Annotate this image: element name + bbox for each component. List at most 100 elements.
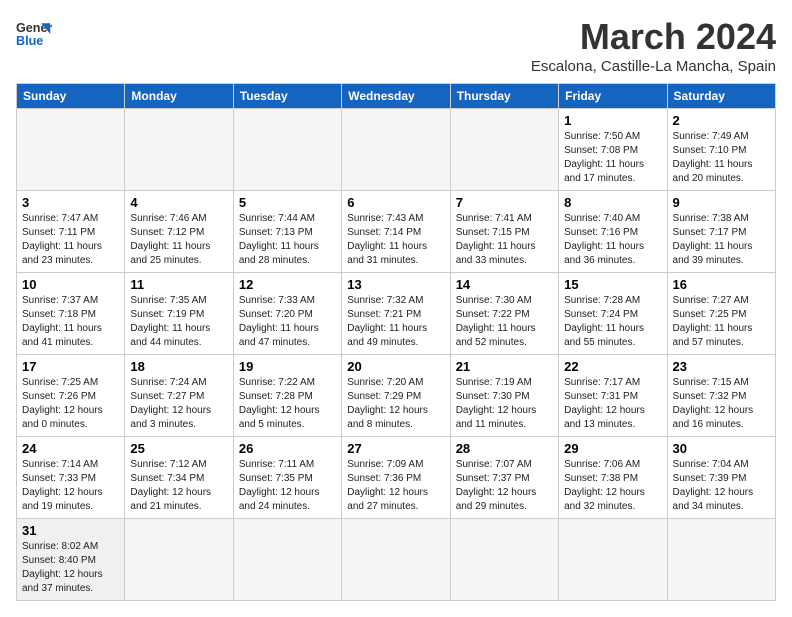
day-info: Sunrise: 7:15 AM Sunset: 7:32 PM Dayligh… <box>673 376 770 432</box>
calendar-day-cell: 22 Sunrise: 7:17 AM Sunset: 7:31 PM Dayli… <box>559 355 667 437</box>
calendar-day-cell: 14 Sunrise: 7:30 AM Sunset: 7:22 PM Dayli… <box>450 273 558 355</box>
calendar-day-cell <box>17 109 125 191</box>
calendar-day-cell: 23 Sunrise: 7:15 AM Sunset: 7:32 PM Dayli… <box>667 355 775 437</box>
calendar-day-cell: 24 Sunrise: 7:14 AM Sunset: 7:33 PM Dayli… <box>17 437 125 519</box>
day-number: 18 <box>130 359 227 374</box>
calendar-day-cell: 2 Sunrise: 7:49 AM Sunset: 7:10 PM Daylig… <box>667 109 775 191</box>
calendar-day-cell: 17 Sunrise: 7:25 AM Sunset: 7:26 PM Dayli… <box>17 355 125 437</box>
calendar-day-cell: 11Sunrise: 7:35 AM Sunset: 7:19 PM Dayli… <box>125 273 233 355</box>
calendar-week-row: 10 Sunrise: 7:37 AM Sunset: 7:18 PM Dayli… <box>17 273 776 355</box>
day-info: Sunrise: 7:40 AM Sunset: 7:16 PM Dayligh… <box>564 212 661 268</box>
day-number: 12 <box>239 277 336 292</box>
calendar-day-cell: 1Sunrise: 7:50 AM Sunset: 7:08 PM Daylig… <box>559 109 667 191</box>
day-info: Sunrise: 7:32 AM Sunset: 7:21 PM Dayligh… <box>347 294 444 350</box>
day-number: 24 <box>22 441 119 456</box>
calendar-day-cell: 19 Sunrise: 7:22 AM Sunset: 7:28 PM Dayli… <box>233 355 341 437</box>
calendar-day-cell: 30Sunrise: 7:04 AM Sunset: 7:39 PM Dayli… <box>667 437 775 519</box>
svg-text:Blue: Blue <box>16 34 43 48</box>
day-number: 2 <box>673 113 770 128</box>
calendar-body: 1Sunrise: 7:50 AM Sunset: 7:08 PM Daylig… <box>17 109 776 601</box>
day-number: 9 <box>673 195 770 210</box>
day-info: Sunrise: 7:47 AM Sunset: 7:11 PM Dayligh… <box>22 212 119 268</box>
day-number: 5 <box>239 195 336 210</box>
calendar-header-cell: Sunday <box>17 84 125 109</box>
day-number: 3 <box>22 195 119 210</box>
day-number: 10 <box>22 277 119 292</box>
day-number: 31 <box>22 523 119 538</box>
calendar-day-cell: 12 Sunrise: 7:33 AM Sunset: 7:20 PM Dayli… <box>233 273 341 355</box>
calendar-day-cell <box>125 109 233 191</box>
calendar-day-cell: 13Sunrise: 7:32 AM Sunset: 7:21 PM Dayli… <box>342 273 450 355</box>
day-info: Sunrise: 7:38 AM Sunset: 7:17 PM Dayligh… <box>673 212 770 268</box>
calendar-day-cell: 8 Sunrise: 7:40 AM Sunset: 7:16 PM Daylig… <box>559 191 667 273</box>
calendar-day-cell <box>667 519 775 601</box>
month-title: March 2024 <box>531 16 776 58</box>
day-info: Sunrise: 7:06 AM Sunset: 7:38 PM Dayligh… <box>564 458 661 514</box>
day-info: Sunrise: 8:02 AM Sunset: 8:40 PM Dayligh… <box>22 540 119 596</box>
calendar-day-cell: 9 Sunrise: 7:38 AM Sunset: 7:17 PM Daylig… <box>667 191 775 273</box>
day-info: Sunrise: 7:25 AM Sunset: 7:26 PM Dayligh… <box>22 376 119 432</box>
day-info: Sunrise: 7:17 AM Sunset: 7:31 PM Dayligh… <box>564 376 661 432</box>
day-info: Sunrise: 7:20 AM Sunset: 7:29 PM Dayligh… <box>347 376 444 432</box>
day-number: 22 <box>564 359 661 374</box>
day-info: Sunrise: 7:46 AM Sunset: 7:12 PM Dayligh… <box>130 212 227 268</box>
calendar-day-cell <box>559 519 667 601</box>
day-info: Sunrise: 7:41 AM Sunset: 7:15 PM Dayligh… <box>456 212 553 268</box>
day-info: Sunrise: 7:11 AM Sunset: 7:35 PM Dayligh… <box>239 458 336 514</box>
day-info: Sunrise: 7:44 AM Sunset: 7:13 PM Dayligh… <box>239 212 336 268</box>
day-info: Sunrise: 7:24 AM Sunset: 7:27 PM Dayligh… <box>130 376 227 432</box>
calendar-day-cell: 29 Sunrise: 7:06 AM Sunset: 7:38 PM Dayli… <box>559 437 667 519</box>
calendar-day-cell: 25 Sunrise: 7:12 AM Sunset: 7:34 PM Dayli… <box>125 437 233 519</box>
day-number: 23 <box>673 359 770 374</box>
day-info: Sunrise: 7:22 AM Sunset: 7:28 PM Dayligh… <box>239 376 336 432</box>
calendar-week-row: 3 Sunrise: 7:47 AM Sunset: 7:11 PM Daylig… <box>17 191 776 273</box>
calendar-week-row: 31 Sunrise: 8:02 AM Sunset: 8:40 PM Dayli… <box>17 519 776 601</box>
day-number: 20 <box>347 359 444 374</box>
calendar-day-cell <box>450 109 558 191</box>
day-number: 15 <box>564 277 661 292</box>
calendar-day-cell <box>342 109 450 191</box>
calendar-day-cell: 10 Sunrise: 7:37 AM Sunset: 7:18 PM Dayli… <box>17 273 125 355</box>
day-info: Sunrise: 7:35 AM Sunset: 7:19 PM Dayligh… <box>130 294 227 350</box>
calendar-table: SundayMondayTuesdayWednesdayThursdayFrid… <box>16 83 776 601</box>
day-number: 6 <box>347 195 444 210</box>
calendar-day-cell: 3 Sunrise: 7:47 AM Sunset: 7:11 PM Daylig… <box>17 191 125 273</box>
calendar-header-cell: Friday <box>559 84 667 109</box>
day-number: 26 <box>239 441 336 456</box>
calendar-day-cell: 28Sunrise: 7:07 AM Sunset: 7:37 PM Dayli… <box>450 437 558 519</box>
day-info: Sunrise: 7:30 AM Sunset: 7:22 PM Dayligh… <box>456 294 553 350</box>
header: General Blue General Blue March 2024 Esc… <box>16 16 776 75</box>
day-info: Sunrise: 7:09 AM Sunset: 7:36 PM Dayligh… <box>347 458 444 514</box>
day-info: Sunrise: 7:33 AM Sunset: 7:20 PM Dayligh… <box>239 294 336 350</box>
day-number: 8 <box>564 195 661 210</box>
day-number: 27 <box>347 441 444 456</box>
calendar-week-row: 17 Sunrise: 7:25 AM Sunset: 7:26 PM Dayli… <box>17 355 776 437</box>
calendar-day-cell <box>233 519 341 601</box>
day-number: 16 <box>673 277 770 292</box>
day-number: 19 <box>239 359 336 374</box>
day-number: 29 <box>564 441 661 456</box>
calendar-day-cell: 18 Sunrise: 7:24 AM Sunset: 7:27 PM Dayli… <box>125 355 233 437</box>
day-info: Sunrise: 7:07 AM Sunset: 7:37 PM Dayligh… <box>456 458 553 514</box>
day-number: 17 <box>22 359 119 374</box>
calendar-week-row: 24 Sunrise: 7:14 AM Sunset: 7:33 PM Dayli… <box>17 437 776 519</box>
calendar-day-cell <box>125 519 233 601</box>
day-info: Sunrise: 7:49 AM Sunset: 7:10 PM Dayligh… <box>673 130 770 186</box>
day-number: 14 <box>456 277 553 292</box>
calendar-day-cell: 27 Sunrise: 7:09 AM Sunset: 7:36 PM Dayli… <box>342 437 450 519</box>
calendar-day-cell <box>342 519 450 601</box>
day-info: Sunrise: 7:43 AM Sunset: 7:14 PM Dayligh… <box>347 212 444 268</box>
logo: General Blue General Blue <box>16 16 52 52</box>
calendar-day-cell: 20 Sunrise: 7:20 AM Sunset: 7:29 PM Dayli… <box>342 355 450 437</box>
day-number: 25 <box>130 441 227 456</box>
calendar-header-cell: Monday <box>125 84 233 109</box>
location-subtitle: Escalona, Castille-La Mancha, Spain <box>531 58 776 75</box>
day-info: Sunrise: 7:14 AM Sunset: 7:33 PM Dayligh… <box>22 458 119 514</box>
day-number: 1 <box>564 113 661 128</box>
calendar-header-cell: Saturday <box>667 84 775 109</box>
calendar-header-cell: Tuesday <box>233 84 341 109</box>
calendar-header-cell: Wednesday <box>342 84 450 109</box>
day-info: Sunrise: 7:37 AM Sunset: 7:18 PM Dayligh… <box>22 294 119 350</box>
day-number: 30 <box>673 441 770 456</box>
day-info: Sunrise: 7:12 AM Sunset: 7:34 PM Dayligh… <box>130 458 227 514</box>
